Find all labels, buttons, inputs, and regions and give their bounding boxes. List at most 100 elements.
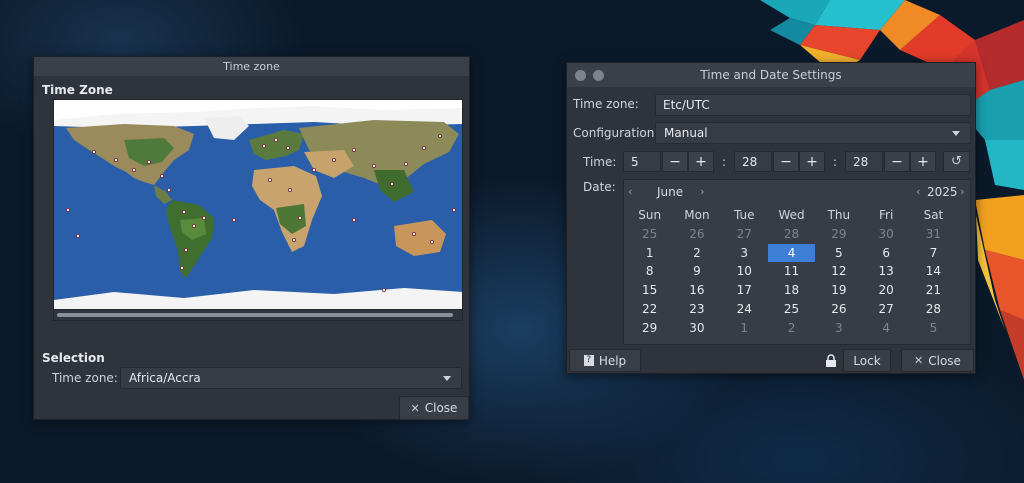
calendar-day[interactable]: 2 <box>673 244 720 263</box>
calendar-day[interactable]: 16 <box>673 281 720 300</box>
calendar-year: 2025 <box>927 185 958 199</box>
calendar-day[interactable]: 4 <box>862 319 909 338</box>
time-separator: : <box>722 155 727 169</box>
timezone-combo-value: Africa/Accra <box>129 371 201 385</box>
window-minimize-dot-icon[interactable] <box>593 70 604 81</box>
calendar-month: June <box>657 185 684 199</box>
calendar-grid: Sun Mon Tue Wed Thu Fri Sat 25 26 27 28 29 30 31 1 2 3 4 5… <box>626 206 956 338</box>
calendar-day[interactable]: 31 <box>910 225 957 244</box>
calendar-day[interactable]: 25 <box>768 300 815 319</box>
calendar-day[interactable]: 25 <box>626 225 673 244</box>
hour-decrement-button[interactable]: − <box>662 151 688 172</box>
calendar-day-selected[interactable]: 4 <box>767 243 816 263</box>
calendar-day[interactable]: 1 <box>721 319 768 338</box>
close-button-label: Close <box>424 401 458 415</box>
weekday-header: Tue <box>733 208 755 222</box>
map-heading: Time Zone <box>42 83 113 97</box>
calendar-day[interactable]: 24 <box>721 300 768 319</box>
next-month-icon[interactable]: › <box>700 185 704 198</box>
map-horizontal-scrollbar[interactable] <box>53 309 463 321</box>
lock-button-label: Lock <box>853 353 881 368</box>
chevron-down-icon <box>952 131 960 136</box>
date-label: Date: <box>583 180 616 194</box>
calendar-day[interactable]: 13 <box>862 262 909 281</box>
scrollbar-thumb[interactable] <box>57 313 453 317</box>
weekday-header: Wed <box>778 208 805 222</box>
calendar-day[interactable]: 27 <box>862 300 909 319</box>
calendar-day[interactable]: 12 <box>815 262 862 281</box>
calendar-day[interactable]: 26 <box>673 225 720 244</box>
calendar-day[interactable]: 30 <box>673 319 720 338</box>
lock-icon <box>826 354 836 367</box>
calendar-day[interactable]: 5 <box>910 319 957 338</box>
calendar-day[interactable]: 8 <box>626 262 673 281</box>
calendar-day[interactable]: 11 <box>768 262 815 281</box>
hour-increment-button[interactable]: + <box>688 151 714 172</box>
timezone-label: Time zone: <box>52 371 118 385</box>
timezone-field[interactable]: Etc/UTC <box>655 94 971 116</box>
hour-value: 5 <box>631 154 639 169</box>
close-icon: ✕ <box>410 401 420 415</box>
calendar-day[interactable]: 29 <box>626 319 673 338</box>
calendar-day[interactable]: 19 <box>815 281 862 300</box>
previous-month-icon[interactable]: ‹ <box>628 185 632 198</box>
minute-decrement-button[interactable]: − <box>773 151 799 172</box>
help-button-label: Help <box>598 353 627 368</box>
next-year-icon[interactable]: › <box>960 185 964 198</box>
calendar-day[interactable]: 30 <box>862 225 909 244</box>
minute-value: 28 <box>742 154 758 169</box>
calendar-day[interactable]: 28 <box>910 300 957 319</box>
world-map-image <box>54 100 462 320</box>
hour-field[interactable]: 5 <box>623 151 661 172</box>
calendar-day[interactable]: 7 <box>910 244 957 263</box>
world-map[interactable] <box>53 99 463 321</box>
configuration-combo[interactable]: Manual <box>655 122 971 144</box>
calendar-day[interactable]: 2 <box>768 319 815 338</box>
calendar-day[interactable]: 18 <box>768 281 815 300</box>
calendar[interactable]: ‹ June › ‹ 2025 › Sun Mon Tue Wed Thu Fri Sat 2… <box>623 179 971 345</box>
second-field[interactable]: 28 <box>845 151 883 172</box>
calendar-day[interactable]: 29 <box>815 225 862 244</box>
calendar-day[interactable]: 6 <box>862 244 909 263</box>
time-and-date-titlebar: Time and Date Settings <box>567 63 975 87</box>
minute-field[interactable]: 28 <box>734 151 772 172</box>
close-button-label: Close <box>928 353 961 368</box>
calendar-day[interactable]: 26 <box>815 300 862 319</box>
calendar-day[interactable]: 17 <box>721 281 768 300</box>
timezone-window: Time zone Time Zone Selection Time zone:… <box>33 56 470 420</box>
calendar-day[interactable]: 3 <box>815 319 862 338</box>
lock-button[interactable]: Lock <box>843 349 891 372</box>
timezone-field-value: Etc/UTC <box>663 98 710 112</box>
calendar-day[interactable]: 9 <box>673 262 720 281</box>
reset-time-button[interactable]: ↺ <box>943 151 970 172</box>
weekday-header: Mon <box>684 208 710 222</box>
window-close-dot-icon[interactable] <box>575 70 586 81</box>
calendar-day[interactable]: 5 <box>815 244 862 263</box>
second-value: 28 <box>853 154 869 169</box>
calendar-day[interactable]: 10 <box>721 262 768 281</box>
chevron-down-icon <box>443 376 451 381</box>
calendar-day[interactable]: 14 <box>910 262 957 281</box>
calendar-day[interactable]: 27 <box>721 225 768 244</box>
minute-increment-button[interactable]: + <box>799 151 825 172</box>
window-title: Time and Date Settings <box>700 68 842 82</box>
refresh-icon: ↺ <box>951 154 962 169</box>
help-button[interactable]: ? Help <box>569 349 641 372</box>
second-increment-button[interactable]: + <box>910 151 936 172</box>
calendar-day[interactable]: 20 <box>862 281 909 300</box>
second-decrement-button[interactable]: − <box>884 151 910 172</box>
calendar-day[interactable]: 3 <box>721 244 768 263</box>
close-button[interactable]: ✕ Close <box>399 396 469 420</box>
calendar-day[interactable]: 22 <box>626 300 673 319</box>
timezone-window-title: Time zone <box>34 57 469 76</box>
calendar-day[interactable]: 23 <box>673 300 720 319</box>
close-button[interactable]: ✕ Close <box>901 349 974 372</box>
calendar-day[interactable]: 28 <box>768 225 815 244</box>
timezone-combo[interactable]: Africa/Accra <box>120 367 462 389</box>
calendar-day[interactable]: 1 <box>626 244 673 263</box>
previous-year-icon[interactable]: ‹ <box>916 185 920 198</box>
time-separator: : <box>833 155 838 169</box>
calendar-day[interactable]: 15 <box>626 281 673 300</box>
calendar-day[interactable]: 21 <box>910 281 957 300</box>
help-icon: ? <box>583 355 594 366</box>
